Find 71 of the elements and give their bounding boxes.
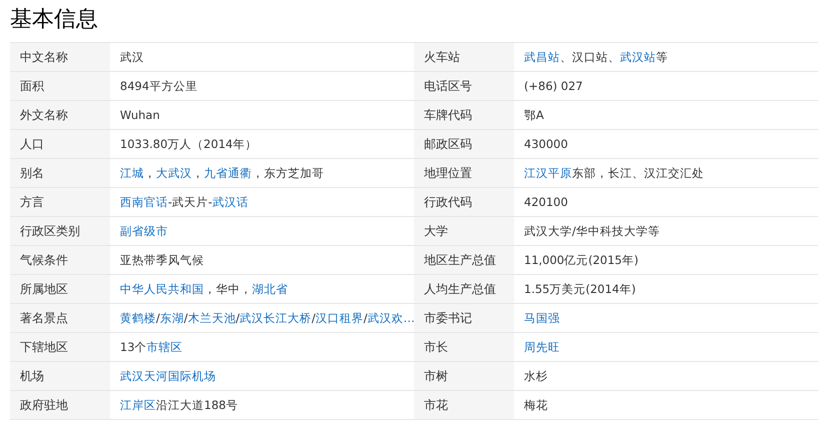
link[interactable]: 马国强 — [524, 311, 560, 325]
field-label: 人口 — [20, 137, 44, 151]
field-label: 市长 — [424, 340, 448, 354]
link[interactable]: 西南官话 — [120, 195, 168, 209]
field-value: 13个市辖区 — [120, 340, 183, 354]
field-value: 430000 — [524, 137, 568, 151]
link[interactable]: 湖北省 — [252, 282, 288, 296]
field-label: 中文名称 — [20, 50, 68, 64]
field-label: 下辖地区 — [20, 340, 68, 354]
field-value: 武汉 — [120, 50, 144, 64]
link[interactable]: 武汉长江大桥 — [240, 311, 312, 325]
field-label: 方言 — [20, 195, 44, 209]
field-value: 1.55万美元(2014年) — [524, 282, 636, 296]
link[interactable]: 木兰天池 — [188, 311, 236, 325]
field-value: 1033.80万人（2014年） — [120, 137, 257, 151]
field-label: 火车站 — [424, 50, 460, 64]
field-label: 外文名称 — [20, 108, 68, 122]
field-value: 江汉平原东部，长江、汉江交汇处 — [524, 166, 704, 180]
field-label: 面积 — [20, 79, 44, 93]
field-label: 别名 — [20, 166, 44, 180]
field-label: 市花 — [424, 398, 448, 412]
link[interactable]: 武汉站 — [620, 50, 656, 64]
link[interactable]: 江汉平原 — [524, 166, 572, 180]
field-value: 江岸区沿江大道188号 — [120, 398, 238, 412]
link[interactable]: 中华人民共和国 — [120, 282, 204, 296]
link[interactable]: 东湖 — [160, 311, 184, 325]
field-value: 梅花 — [524, 398, 548, 412]
link[interactable]: 九省通衢 — [204, 166, 252, 180]
field-label: 行政区类别 — [20, 224, 80, 238]
field-value: 中华人民共和国，华中，湖北省 — [120, 282, 288, 296]
field-value: 黄鹤楼/东湖/木兰天池/武汉长江大桥/汉口租界/武汉欢… — [120, 311, 415, 325]
field-value: 水杉 — [524, 369, 548, 383]
field-label: 车牌代码 — [424, 108, 472, 122]
field-label: 著名景点 — [20, 311, 68, 325]
field-value: 8494平方公里 — [120, 79, 198, 93]
field-value: 420100 — [524, 195, 568, 209]
field-value: 武昌站、汉口站、武汉站等 — [524, 50, 668, 64]
field-label: 所属地区 — [20, 282, 68, 296]
field-label: 地理位置 — [424, 166, 472, 180]
field-value: 西南官话-武天片-武汉话 — [120, 195, 248, 209]
field-value: 武汉大学/华中科技大学等 — [524, 224, 660, 238]
link[interactable]: 周先旺 — [524, 340, 560, 354]
link[interactable]: 汉口租界 — [316, 311, 364, 325]
link[interactable]: 黄鹤楼 — [120, 311, 156, 325]
link[interactable]: 武汉欢… — [367, 311, 415, 325]
link[interactable]: 江岸区 — [120, 398, 156, 412]
field-label: 市委书记 — [424, 311, 472, 325]
link[interactable]: 武汉天河国际机场 — [120, 369, 216, 383]
field-value: 鄂A — [524, 108, 544, 122]
link[interactable]: 武汉话 — [212, 195, 248, 209]
field-value: 亚热带季风气候 — [120, 253, 204, 267]
field-label: 气候条件 — [20, 253, 68, 267]
field-label: 电话区号 — [424, 79, 472, 93]
field-label: 邮政区码 — [424, 137, 472, 151]
link[interactable]: 市辖区 — [146, 340, 183, 354]
field-label: 机场 — [20, 369, 44, 383]
link[interactable]: 副省级市 — [120, 224, 168, 238]
field-label: 政府驻地 — [20, 398, 68, 412]
field-value: (+86) 027 — [524, 79, 583, 93]
section-title: 基本信息 — [10, 6, 98, 34]
link[interactable]: 武昌站 — [524, 50, 560, 64]
link[interactable]: 江城 — [120, 166, 144, 180]
field-label: 行政代码 — [424, 195, 472, 209]
field-value: Wuhan — [120, 108, 160, 122]
field-value: 11,000亿元(2015年) — [524, 253, 638, 267]
field-label: 地区生产总值 — [424, 253, 496, 267]
field-label: 人均生产总值 — [424, 282, 496, 296]
field-value: 江城，大武汉，九省通衢，东方芝加哥 — [120, 166, 324, 180]
field-label: 大学 — [424, 224, 448, 238]
link[interactable]: 大武汉 — [156, 166, 192, 180]
field-label: 市树 — [424, 369, 448, 383]
